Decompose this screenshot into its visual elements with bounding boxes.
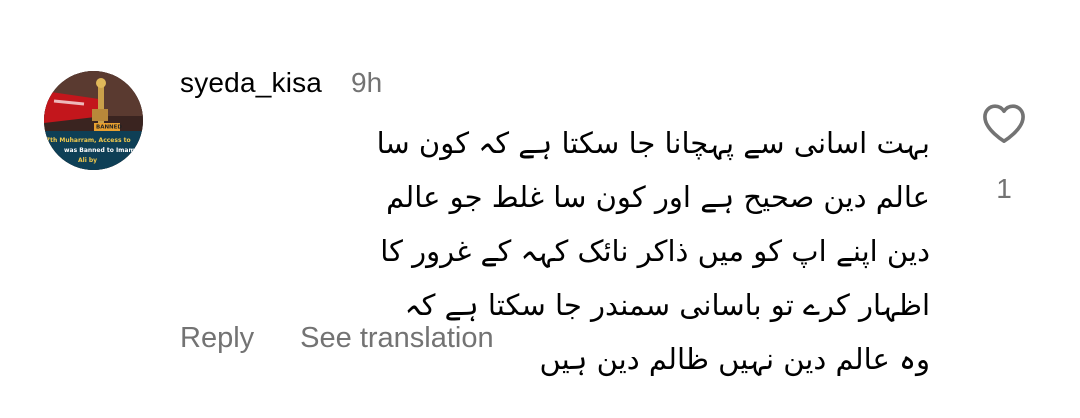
- comment-username[interactable]: syeda_kisa: [180, 66, 322, 100]
- avatar-caption-line: was Banned to Imam: [64, 147, 135, 154]
- reply-button[interactable]: Reply: [180, 322, 254, 355]
- see-translation-button[interactable]: See translation: [300, 322, 493, 355]
- like-section: 1: [978, 102, 1030, 205]
- avatar-image: BANNED 7th Muharram, Access to was Banne…: [44, 71, 143, 170]
- comment-item: BANNED 7th Muharram, Access to was Banne…: [0, 0, 1080, 418]
- avatar[interactable]: BANNED 7th Muharram, Access to was Banne…: [44, 71, 143, 170]
- avatar-caption-line: 7th Muharram, Access to: [46, 137, 131, 144]
- avatar-caption-line: Ali by: [78, 157, 97, 164]
- comment-timestamp: 9h: [351, 67, 383, 98]
- avatar-badge: BANNED: [96, 125, 122, 131]
- like-count[interactable]: 1: [996, 173, 1012, 205]
- comment-actions: Reply See translation: [180, 322, 494, 355]
- heart-outline-icon[interactable]: [981, 102, 1027, 149]
